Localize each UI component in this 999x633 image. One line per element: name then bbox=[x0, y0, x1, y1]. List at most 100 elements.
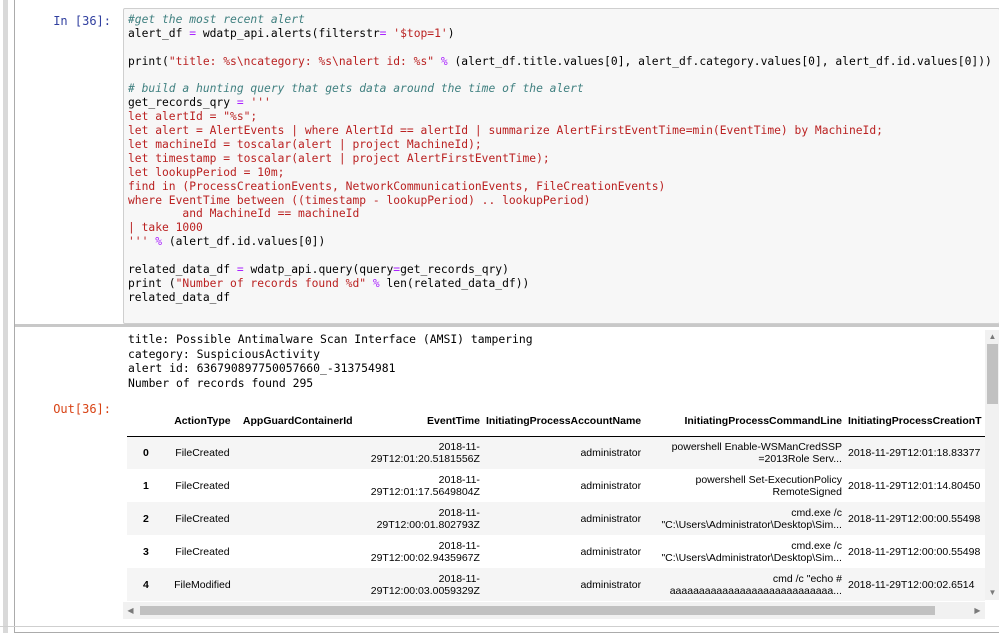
code-token: related_data_df bbox=[128, 290, 231, 304]
cell-account-name: administrator bbox=[482, 568, 645, 601]
code-token: % bbox=[440, 54, 448, 68]
code-token: (alert_df.id.values[0]) bbox=[162, 235, 326, 249]
code-token: = bbox=[236, 96, 244, 110]
cell-event-time: 2018-11- 29T12:00:03.0059329Z bbox=[361, 568, 483, 601]
cell-command-line-line: =2013Role Serv... bbox=[758, 452, 842, 465]
scroll-right-arrow-icon[interactable]: ▶ bbox=[970, 602, 985, 619]
cell-event-time-line: 2018-11- bbox=[438, 572, 480, 585]
code-token: let alertId = "%s"; bbox=[128, 110, 258, 124]
code-line: get_records_qry = ''' bbox=[128, 96, 999, 110]
code-line: let alertId = "%s"; bbox=[128, 110, 999, 124]
code-line: where EventTime between ((timestamp - lo… bbox=[128, 194, 999, 208]
column-header bbox=[127, 406, 165, 437]
cell-command-line-line: cmd.exe /c bbox=[791, 506, 842, 519]
cell-action-type: FileCreated bbox=[164, 502, 240, 535]
cell-command-line-line: cmd.exe /c bbox=[791, 539, 842, 552]
code-line: #get the most recent alert bbox=[128, 13, 999, 27]
cell-event-time-line: 2018-11- bbox=[438, 539, 480, 552]
cell-event-time-line: 29T12:01:17.5649804Z bbox=[370, 485, 480, 498]
code-text[interactable]: #get the most recent alert alert_df = wda… bbox=[124, 9, 999, 305]
cell-event-time-line: 29T12:00:02.9435967Z bbox=[370, 551, 480, 564]
stream-line: Number of records found 295 bbox=[128, 375, 314, 390]
scroll-down-arrow-icon[interactable]: ▼ bbox=[985, 586, 999, 600]
code-token: len(related_data_df)) bbox=[379, 276, 530, 290]
cell-account-name: administrator bbox=[580, 545, 642, 558]
cell-event-time: 2018-11- 29T12:00:01.802793Z bbox=[361, 502, 483, 535]
code-token: (alert_df.title.values[0], alert_df.cate… bbox=[447, 54, 992, 68]
table-row: 4 FileModified 2018-11- 29T12:00:03.0059329… bbox=[127, 568, 985, 601]
cell-event-time-line: 29T12:00:01.802793Z bbox=[376, 518, 480, 531]
cell-account-name: administrator bbox=[482, 502, 645, 535]
scroll-up-arrow-icon[interactable]: ▲ bbox=[985, 330, 999, 344]
output-vertical-scrollbar[interactable]: ▲ ▼ bbox=[985, 330, 999, 600]
cell-command-line-line: "C:\Users\Administrator\Desktop\Sim... bbox=[661, 518, 842, 531]
code-line: let alert = AlertEvents | where AlertId … bbox=[128, 124, 999, 138]
cell-command-line: cmd.exe /c "C:\Users\Administrator\Deskto… bbox=[644, 535, 845, 568]
cell-action-type: FileCreated bbox=[164, 436, 240, 469]
code-token: print ( bbox=[128, 276, 176, 290]
cell-command-line: cmd.exe /c "C:\Users\Administrator\Deskto… bbox=[644, 502, 845, 535]
code-token: "Number of records found %d" bbox=[175, 276, 367, 290]
cell-appguard-container-id bbox=[240, 535, 362, 568]
code-token: #get the most recent alert bbox=[128, 13, 305, 26]
table-header-row: ActionType AppGuardContainerId EventTime… bbox=[127, 406, 985, 437]
cell-appguard-container-id bbox=[240, 469, 362, 502]
code-token: let machineId = toscalar(alert | project… bbox=[128, 138, 482, 152]
code-line: related_data_df bbox=[128, 291, 999, 305]
cell-creation-time: 2018-11-29T12:00:00.55498 bbox=[847, 545, 981, 558]
code-token: alert_df bbox=[128, 26, 190, 40]
row-index: 2 bbox=[127, 502, 165, 535]
cell-account-name: administrator bbox=[580, 479, 642, 492]
code-token: find in (ProcessCreationEvents, NetworkC… bbox=[128, 179, 666, 193]
code-line: let lookupPeriod = 10m; bbox=[128, 166, 999, 180]
output-prompt: Out[36]: bbox=[53, 402, 111, 416]
cell-command-line-line: powershell Set-ExecutionPolicy bbox=[695, 473, 842, 486]
cell-appguard-container-id bbox=[239, 568, 362, 601]
code-line: alert_df = wdatp_api.alerts(filterstr= '… bbox=[128, 27, 999, 41]
code-token: get_records_qry) bbox=[400, 263, 509, 277]
code-cell[interactable]: In [36]: #get the most recent alert alert… bbox=[14, 0, 999, 633]
code-token: print( bbox=[128, 54, 169, 68]
code-editor[interactable]: #get the most recent alert alert_df = wda… bbox=[123, 8, 999, 324]
column-header: ActionType bbox=[164, 406, 240, 437]
notebook-left-margin bbox=[3, 0, 8, 633]
code-token: ''' bbox=[128, 235, 149, 249]
vertical-scroll-thumb[interactable] bbox=[987, 344, 998, 404]
cell-account-name: administrator bbox=[482, 436, 645, 469]
stream-output: title: Possible Antimalware Scan Interfa… bbox=[128, 332, 533, 390]
code-token: = bbox=[236, 263, 244, 277]
cell-action-type: FileCreated bbox=[175, 545, 230, 558]
table-row: 2 FileCreated 2018-11- 29T12:00:01.802793Z a… bbox=[127, 502, 985, 535]
code-token: related_data_df bbox=[128, 263, 237, 277]
cell-event-time: 2018-11- 29T12:00:02.9435967Z bbox=[361, 535, 482, 568]
table-row: 3 FileCreated 2018-11- 29T12:00:02.9435967Z… bbox=[127, 535, 985, 568]
code-token: get_records_qry bbox=[128, 96, 237, 110]
code-token: % bbox=[155, 235, 163, 249]
cell-command-line: powershell Enable-WSManCredSSP =2013Role … bbox=[644, 436, 845, 469]
output-horizontal-scrollbar[interactable]: ◀ ▶ bbox=[123, 602, 985, 619]
code-token: "title: %s\ncategory: %s\nalert id: %s" bbox=[168, 54, 435, 68]
scroll-left-arrow-icon[interactable]: ◀ bbox=[123, 602, 138, 619]
column-header: InitiatingProcessCreationT bbox=[844, 406, 985, 437]
row-index: 0 bbox=[127, 436, 165, 469]
code-line: # build a hunting query that gets data a… bbox=[128, 82, 999, 96]
column-header: AppGuardContainerId bbox=[239, 406, 362, 437]
code-line: ''' % (alert_df.id.values[0]) bbox=[128, 235, 999, 249]
dataframe-output: ActionType AppGuardContainerId EventTime… bbox=[127, 406, 985, 602]
code-token: | take 1000 bbox=[128, 221, 203, 235]
cell-event-time: 2018-11- 29T12:01:17.5649804Z bbox=[361, 469, 482, 502]
cell-command-line-line: aaaaaaaaaaaaaaaaaaaaaaaaaaaa... bbox=[669, 584, 842, 597]
code-token: # build a hunting query that gets data a… bbox=[128, 82, 584, 96]
cell-command-line: powershell Set-ExecutionPolicy RemoteSign… bbox=[644, 469, 845, 502]
output-collapse-bar[interactable] bbox=[15, 324, 999, 327]
horizontal-scroll-thumb[interactable] bbox=[140, 606, 935, 615]
cell-command-line-line: cmd /c "echo # bbox=[772, 572, 842, 585]
cell-event-time-line: 29T12:00:03.0059329Z bbox=[370, 584, 480, 597]
row-index: 1 bbox=[143, 479, 149, 492]
stream-line: title: Possible Antimalware Scan Interfa… bbox=[128, 332, 533, 346]
table-row: 0 FileCreated 2018-11- 29T12:01:20.5181556Z… bbox=[127, 436, 985, 469]
code-token: '$top=1' bbox=[393, 26, 448, 40]
